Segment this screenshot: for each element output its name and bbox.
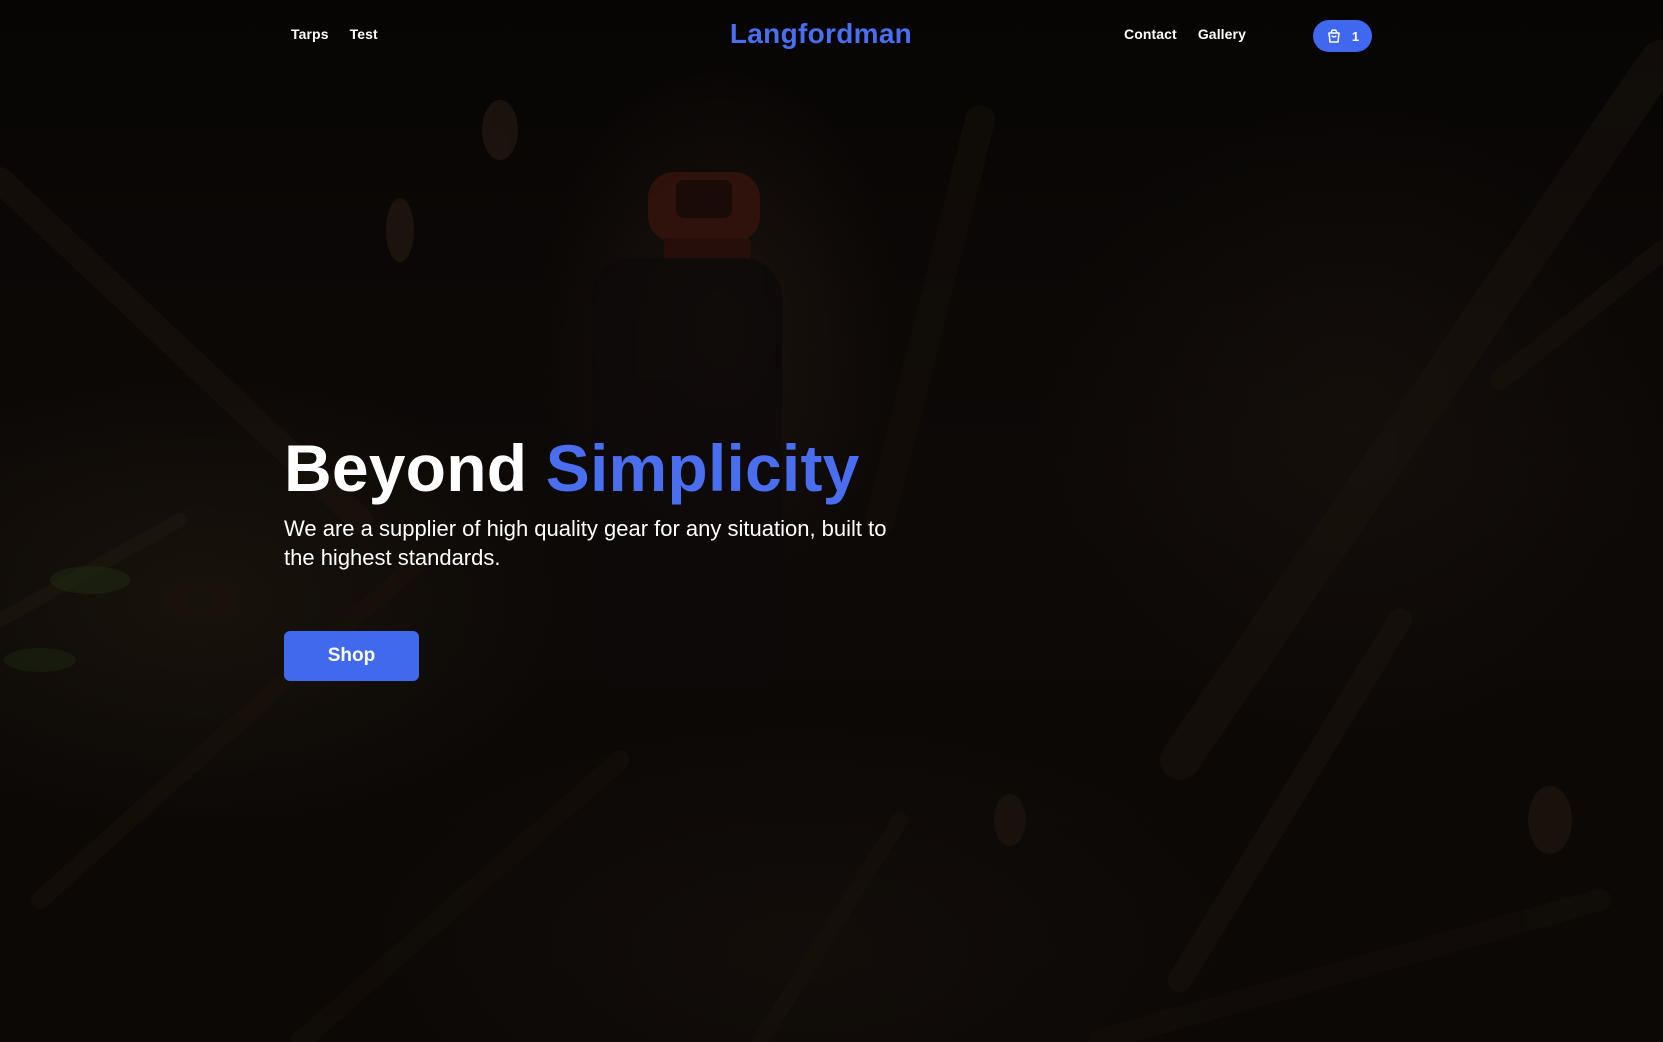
primary-nav-right: Contact Gallery <box>1124 26 1246 42</box>
site-header: Tarps Test Langfordman Contact Gallery 1 <box>0 0 1663 72</box>
primary-nav-left: Tarps Test <box>291 26 378 42</box>
hero-title: Beyond Simplicity <box>284 430 984 506</box>
shop-button[interactable]: Shop <box>284 631 419 681</box>
cart-button[interactable]: 1 <box>1313 20 1372 52</box>
nav-link-gallery[interactable]: Gallery <box>1198 26 1246 42</box>
nav-link-test[interactable]: Test <box>350 26 378 42</box>
nav-link-contact[interactable]: Contact <box>1124 26 1177 42</box>
cart-count-badge: 1 <box>1351 28 1360 44</box>
brand-logo[interactable]: Langfordman <box>723 18 919 50</box>
hero-title-accent: Simplicity <box>545 431 860 505</box>
nav-link-tarps[interactable]: Tarps <box>291 26 329 42</box>
hero-subtitle: We are a supplier of high quality gear f… <box>284 516 887 570</box>
hero-section: Beyond Simplicity We are a supplier of h… <box>284 430 984 572</box>
shopping-bag-icon <box>1328 29 1340 43</box>
page: Tarps Test Langfordman Contact Gallery 1… <box>0 0 1663 1042</box>
hero-title-white: Beyond <box>284 431 528 505</box>
